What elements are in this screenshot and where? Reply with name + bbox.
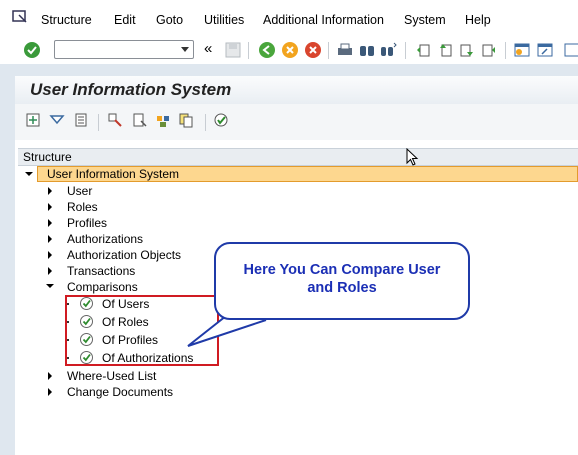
select-icon[interactable] [107,112,123,128]
first-page-icon[interactable] [414,41,432,59]
collapse-icon[interactable] [49,112,65,128]
expand-triangle-icon[interactable] [48,251,52,259]
copy-icon[interactable] [178,112,194,128]
exit-icon[interactable] [281,41,299,59]
back-icon[interactable] [258,41,276,59]
menu-structure[interactable]: Structure [41,13,92,27]
menu-utilities[interactable]: Utilities [204,13,244,27]
create-session-icon[interactable] [513,41,531,59]
enter-icon[interactable] [23,41,41,59]
title-panel: User Information System [15,76,578,105]
toolbar-separator [205,114,206,131]
menu-edit[interactable]: Edit [114,13,136,27]
save-icon[interactable] [224,41,242,59]
tree-node-profiles[interactable]: Profiles [67,215,107,231]
chevron-down-icon[interactable] [181,47,189,52]
cancel-icon[interactable] [304,41,322,59]
print-icon[interactable] [336,41,354,59]
details-icon[interactable] [73,112,89,128]
find-icon[interactable] [358,41,376,59]
previous-page-icon[interactable] [436,41,454,59]
page-title: User Information System [30,80,232,99]
next-page-icon[interactable] [458,41,476,59]
tree-node-where-used-list[interactable]: Where-Used List [67,368,156,384]
expand-triangle-icon[interactable] [48,235,52,243]
title-bar-strip [0,64,578,76]
tree-node-root[interactable]: User Information System [37,166,578,182]
last-page-icon[interactable] [480,41,498,59]
callout-pointer [187,315,267,347]
sap-menu-icon[interactable] [12,10,28,24]
expand-triangle-icon[interactable] [48,267,52,275]
callout-line-2: and Roles [307,280,377,296]
standard-toolbar: « [0,38,578,64]
tree-node-authorization-objects[interactable]: Authorization Objects [67,247,181,263]
tree-node-change-documents[interactable]: Change Documents [67,384,173,400]
toolbar-separator [98,114,99,131]
toolbar-separator [405,42,406,59]
execute-icon[interactable] [213,112,229,128]
command-field[interactable] [54,40,194,59]
shortcut-icon[interactable] [536,41,554,59]
callout-line-1: Here You Can Compare User [243,262,441,278]
tree-header-label: Structure [23,150,72,164]
find-next-icon[interactable] [379,41,397,59]
documentation-icon[interactable] [131,112,147,128]
tree-node-roles[interactable]: Roles [67,199,98,215]
layout-menu-icon[interactable] [563,41,578,59]
collapse-triangle-icon[interactable] [25,172,33,176]
toolbar-separator [505,42,506,59]
menu-help[interactable]: Help [465,13,491,27]
tree-node-comparisons[interactable]: Comparisons [67,279,138,295]
hide-command-field-icon[interactable]: « [204,40,212,57]
expand-triangle-icon[interactable] [48,203,52,211]
tree-node-authorizations[interactable]: Authorizations [67,231,143,247]
expand-triangle-icon[interactable] [48,187,52,195]
expand-triangle-icon[interactable] [48,219,52,227]
application-toolbar [15,104,578,141]
tree-column-header: Structure [18,148,578,166]
menu-goto[interactable]: Goto [156,13,183,27]
tree-node-label: User Information System [47,167,180,181]
expand-triangle-icon[interactable] [48,388,52,396]
menu-bar: Structure Edit Goto Utilities Additional… [0,0,578,38]
callout-text: Here You Can Compare User and Roles [217,261,467,297]
toolbar-separator [328,42,329,59]
menu-additional-information[interactable]: Additional Information [263,13,384,27]
toolbar-separator [248,42,249,59]
user-menu-icon[interactable] [155,112,171,128]
menu-system[interactable]: System [404,13,446,27]
tree-node-user[interactable]: User [67,183,92,199]
collapse-triangle-icon[interactable] [46,284,54,288]
mouse-cursor-icon [406,148,419,166]
expand-triangle-icon[interactable] [48,372,52,380]
expand-subtree-icon[interactable] [25,112,41,128]
tree-node-transactions[interactable]: Transactions [67,263,135,279]
